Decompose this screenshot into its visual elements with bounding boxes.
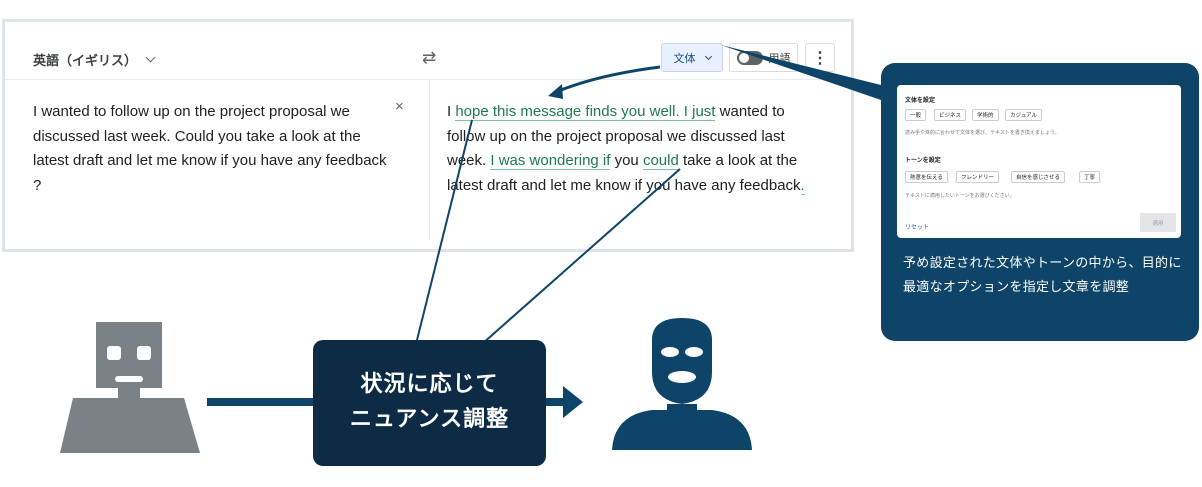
style-option-academic[interactable]: 学術的	[972, 109, 999, 121]
source-language-select[interactable]: 英語（イギリス）	[33, 50, 156, 69]
flow-line	[546, 398, 564, 406]
highlighted-rewrite[interactable]: .	[800, 176, 805, 195]
toggle-switch-icon	[736, 50, 763, 65]
translated-segment: you	[610, 152, 643, 169]
chevron-down-icon	[145, 52, 156, 63]
translated-text: I hope this message finds you well. I ju…	[447, 100, 827, 198]
clear-text-icon[interactable]: ×	[395, 98, 404, 115]
style-section-title: 文体を設定	[905, 98, 936, 104]
person-icon	[612, 318, 752, 450]
arrow-right-icon	[563, 386, 583, 418]
style-settings-panel: 文体を設定 一般 ビジネス 学術的 カジュアル 読み手や目的に合わせて文体を選び…	[897, 85, 1181, 238]
style-option-business[interactable]: ビジネス	[934, 109, 967, 121]
highlighted-rewrite[interactable]: could	[642, 152, 679, 170]
tone-section-title: トーンを設定	[905, 158, 941, 164]
tone-option-confident[interactable]: 自信を感じさせる	[1011, 171, 1066, 183]
more-options-button[interactable]: ⋮	[805, 43, 835, 72]
tone-option-friendly[interactable]: フレンドリー	[956, 171, 1000, 183]
source-language-label: 英語（イギリス）	[33, 53, 138, 68]
label-line-1: 状況に応じて	[360, 371, 499, 396]
style-button-label: 文体	[673, 52, 696, 65]
tone-note: テキストに適用したいトーンをお選びください。	[905, 193, 1015, 199]
highlighted-rewrite[interactable]: I was wondering if	[490, 152, 611, 170]
chevron-down-icon	[704, 52, 712, 60]
source-text-input[interactable]: I wanted to follow up on the project pro…	[33, 100, 393, 198]
pane-divider	[429, 80, 430, 240]
style-note: 読み手や目的に合わせて文体を選び、テキストを書き換えましょう。	[905, 130, 1060, 136]
apply-button[interactable]: 適用	[1140, 213, 1176, 232]
translator-window: 英語（イギリス） ⇄ 文体 用語 ⋮ I wanted to follow up…	[2, 19, 854, 252]
robot-icon	[60, 322, 200, 453]
label-line-2: ニュアンス調整	[349, 406, 510, 431]
tone-option-enthusiastic[interactable]: 熱意を伝える	[905, 171, 948, 183]
reset-link[interactable]: リセット	[905, 222, 929, 231]
callout-description: 予め設定された文体やトーンの中から、目的に最適なオプションを指定し文章を調整	[903, 255, 1182, 294]
style-option-casual[interactable]: カジュアル	[1005, 109, 1042, 121]
swap-languages-icon[interactable]: ⇄	[422, 48, 436, 68]
style-option-general[interactable]: 一般	[905, 109, 927, 121]
style-button[interactable]: 文体	[661, 43, 723, 72]
translator-toolbar: 英語（イギリス） ⇄ 文体 用語 ⋮	[5, 22, 851, 80]
tone-option-polite[interactable]: 丁寧	[1079, 171, 1101, 183]
flow-line	[207, 398, 313, 406]
style-settings-callout: 文体を設定 一般 ビジネス 学術的 カジュアル 読み手や目的に合わせて文体を選び…	[881, 63, 1199, 341]
glossary-toggle[interactable]: 用語	[729, 43, 798, 72]
glossary-label: 用語	[768, 52, 791, 65]
highlighted-rewrite[interactable]: hope this message finds you well. I just	[455, 103, 716, 121]
nuance-adjust-label: 状況に応じて ニュアンス調整	[313, 340, 546, 466]
